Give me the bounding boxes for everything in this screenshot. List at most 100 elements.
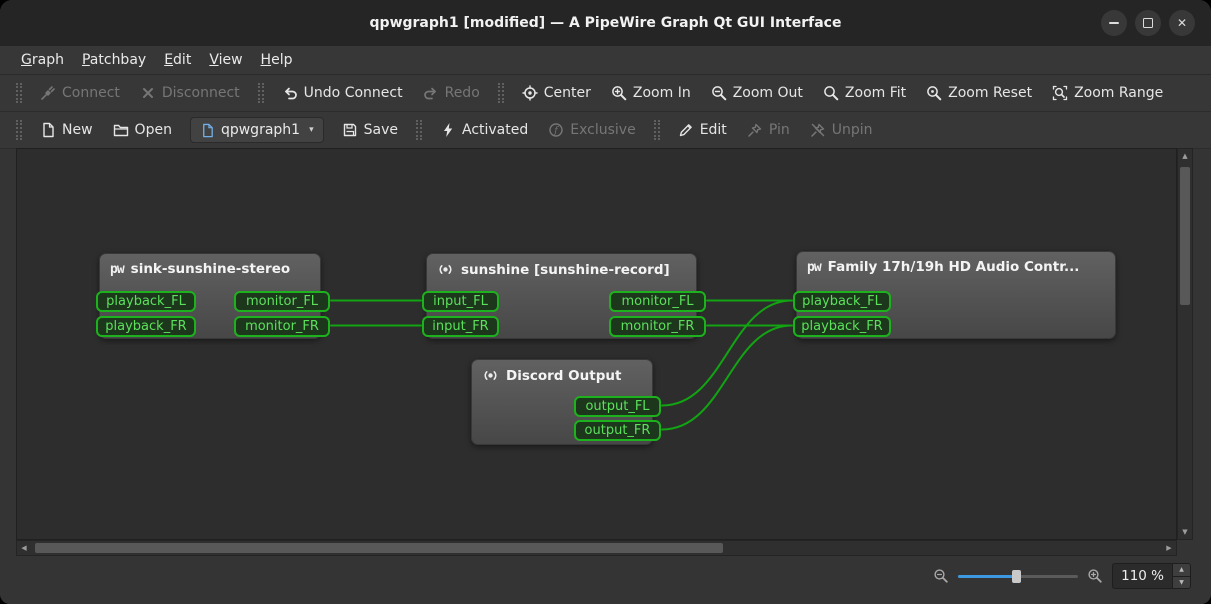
minimize-icon xyxy=(1109,22,1119,24)
port-input-fl[interactable]: input_FL xyxy=(422,291,499,312)
center-icon xyxy=(522,85,538,101)
port-output-fl[interactable]: output_FL xyxy=(574,396,661,417)
save-button[interactable]: Save xyxy=(332,116,408,144)
node-sunshine[interactable]: sunshine [sunshine-record] input_FL inpu… xyxy=(426,253,697,339)
svg-text:f: f xyxy=(554,126,560,136)
vertical-scrollbar[interactable]: ▲ ▼ xyxy=(1177,148,1193,540)
patchbay-file-icon xyxy=(200,123,215,138)
connect-button[interactable]: Connect xyxy=(30,79,130,107)
toolbar-handle[interactable] xyxy=(654,120,660,140)
exclusive-button[interactable]: f Exclusive xyxy=(538,116,645,144)
activated-button[interactable]: Activated xyxy=(430,116,538,144)
maximize-button[interactable] xyxy=(1135,10,1161,36)
undo-connect-button[interactable]: Undo Connect xyxy=(272,79,413,107)
app-window: qpwgraph1 [modified] — A PipeWire Graph … xyxy=(0,0,1211,604)
close-icon: ✕ xyxy=(1177,17,1187,29)
zoom-range-icon xyxy=(1052,85,1068,101)
pencil-icon xyxy=(678,122,694,138)
scroll-up-arrow[interactable]: ▲ xyxy=(1178,149,1192,163)
zoom-reset-icon xyxy=(926,85,942,101)
center-button[interactable]: Center xyxy=(512,79,601,107)
lightning-icon xyxy=(440,122,456,138)
zoom-controls: 110 % ▲ ▼ xyxy=(933,563,1191,589)
menu-patchbay[interactable]: Patchbay xyxy=(73,49,155,71)
new-button[interactable]: New xyxy=(30,116,103,144)
disconnect-button[interactable]: Disconnect xyxy=(130,79,250,107)
port-monitor-fl[interactable]: monitor_FL xyxy=(609,291,706,312)
toolbar-handle[interactable] xyxy=(416,120,422,140)
edit-button[interactable]: Edit xyxy=(668,116,737,144)
close-button[interactable]: ✕ xyxy=(1169,10,1195,36)
toolbar-handle[interactable] xyxy=(498,83,504,103)
zoom-spinbox: 110 % ▲ ▼ xyxy=(1112,563,1191,589)
node-sink-sunshine-stereo[interactable]: pw sink-sunshine-stereo playback_FL play… xyxy=(99,253,321,339)
zoom-in-icon xyxy=(611,85,627,101)
titlebar[interactable]: qpwgraph1 [modified] — A PipeWire Graph … xyxy=(0,0,1211,47)
window-controls: ✕ xyxy=(1101,10,1195,36)
unpin-button[interactable]: Unpin xyxy=(800,116,883,144)
port-monitor-fr[interactable]: monitor_FR xyxy=(609,316,706,337)
patchbay-selector[interactable]: qpwgraph1 ▾ xyxy=(190,117,324,143)
pipewire-icon: pw xyxy=(110,262,124,277)
scroll-right-arrow[interactable]: ▶ xyxy=(1162,541,1176,555)
port-playback-fl[interactable]: playback_FL xyxy=(96,291,196,312)
menu-edit[interactable]: Edit xyxy=(155,49,200,71)
scroll-down-arrow[interactable]: ▼ xyxy=(1178,525,1192,539)
vertical-scrollbar-thumb[interactable] xyxy=(1180,167,1190,305)
zoom-out-button[interactable]: Zoom Out xyxy=(701,79,813,107)
graph-toolbar: Connect Disconnect Undo Connect Redo Cen… xyxy=(0,75,1211,112)
zoom-reset-button[interactable]: Zoom Reset xyxy=(916,79,1042,107)
connection-links xyxy=(17,149,1177,540)
zoom-slider[interactable] xyxy=(958,568,1078,585)
canvas-frame: pw sink-sunshine-stereo playback_FL play… xyxy=(16,148,1193,556)
zoom-out-icon[interactable] xyxy=(933,568,949,584)
minimize-button[interactable] xyxy=(1101,10,1127,36)
record-icon xyxy=(437,261,454,278)
zoom-range-button[interactable]: Zoom Range xyxy=(1042,79,1173,107)
link-discord-fr-to-playback-fr[interactable] xyxy=(662,326,792,430)
port-playback-fl[interactable]: playback_FL xyxy=(793,291,891,312)
port-playback-fr[interactable]: playback_FR xyxy=(96,316,196,337)
zoom-spin-buttons: ▲ ▼ xyxy=(1172,564,1190,588)
unpin-icon xyxy=(810,122,826,138)
node-discord-output[interactable]: Discord Output output_FL output_FR xyxy=(471,359,653,445)
new-file-icon xyxy=(40,122,56,138)
zoom-fit-button[interactable]: Zoom Fit xyxy=(813,79,916,107)
scroll-left-arrow[interactable]: ◀ xyxy=(17,541,31,555)
open-button[interactable]: Open xyxy=(103,116,182,144)
statusbar: 110 % ▲ ▼ xyxy=(0,556,1211,604)
toolbar-handle[interactable] xyxy=(258,83,264,103)
port-monitor-fr[interactable]: monitor_FR xyxy=(234,316,330,337)
zoom-slider-fill xyxy=(958,575,1015,578)
menu-help[interactable]: Help xyxy=(252,49,302,71)
horizontal-scrollbar[interactable]: ◀ ▶ xyxy=(16,540,1177,556)
patchbay-selector-value: qpwgraph1 xyxy=(221,122,300,138)
toolbar-handle[interactable] xyxy=(16,120,22,140)
port-input-fr[interactable]: input_FR xyxy=(422,316,499,337)
spin-down-arrow[interactable]: ▼ xyxy=(1173,576,1190,589)
spin-up-arrow[interactable]: ▲ xyxy=(1173,564,1190,576)
pin-button[interactable]: Pin xyxy=(737,116,800,144)
port-monitor-fl[interactable]: monitor_FL xyxy=(234,291,330,312)
menu-graph[interactable]: Graph xyxy=(12,49,73,71)
zoom-in-icon[interactable] xyxy=(1087,568,1103,584)
node-family-hd-audio-controller[interactable]: pw Family 17h/19h HD Audio Contr... play… xyxy=(796,251,1116,339)
toolbar-handle[interactable] xyxy=(16,83,22,103)
port-playback-fr[interactable]: playback_FR xyxy=(793,316,891,337)
node-title: sunshine [sunshine-record] xyxy=(427,254,696,285)
redo-button[interactable]: Redo xyxy=(413,79,490,107)
save-icon xyxy=(342,122,358,138)
redo-icon xyxy=(423,85,439,101)
open-folder-icon xyxy=(113,122,129,138)
port-output-fr[interactable]: output_FR xyxy=(574,420,661,441)
menu-view[interactable]: View xyxy=(200,49,251,71)
horizontal-scrollbar-thumb[interactable] xyxy=(35,543,723,553)
zoom-value[interactable]: 110 % xyxy=(1113,564,1172,588)
undo-icon xyxy=(282,85,298,101)
record-icon xyxy=(482,367,499,384)
zoom-slider-handle[interactable] xyxy=(1012,570,1021,583)
window-title: qpwgraph1 [modified] — A PipeWire Graph … xyxy=(370,15,842,31)
graph-canvas[interactable]: pw sink-sunshine-stereo playback_FL play… xyxy=(16,148,1177,540)
zoom-fit-icon xyxy=(823,85,839,101)
zoom-in-button[interactable]: Zoom In xyxy=(601,79,701,107)
